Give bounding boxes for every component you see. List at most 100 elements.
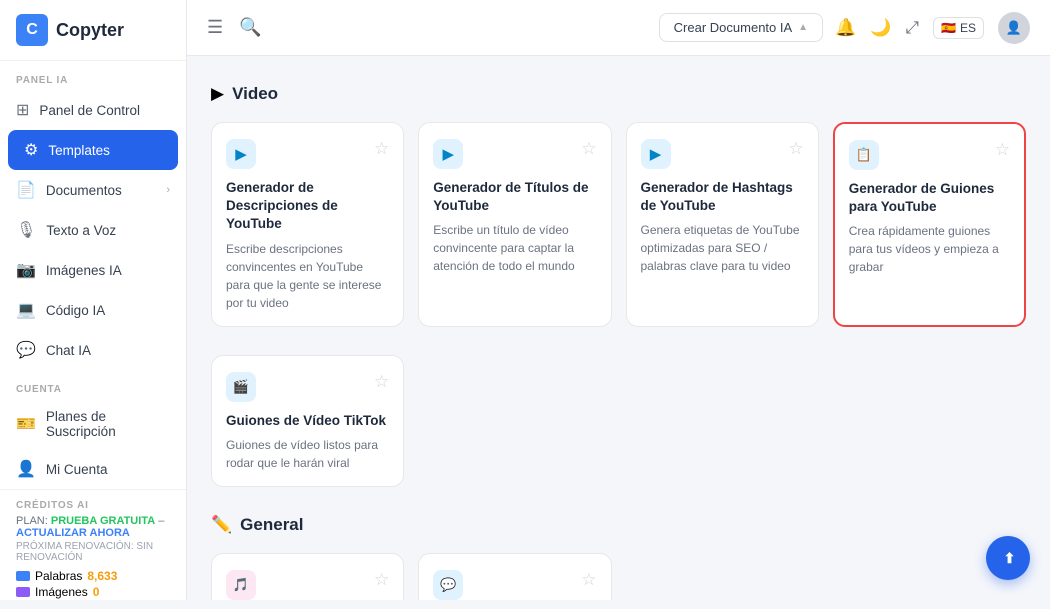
logo-text: Copyter [56, 20, 124, 41]
star-icon[interactable]: ☆ [789, 139, 804, 159]
imagenes-credits-row: Imágenes 0 [16, 585, 170, 599]
card-desc: Crea rápidamente guiones para tus vídeos… [849, 222, 1010, 276]
sidebar-item-panel[interactable]: ⊞ Panel de Control [0, 90, 186, 130]
plan-free-link[interactable]: PRUEBA GRATUITA [51, 515, 155, 527]
sidebar-item-chat[interactable]: 💬 Chat IA [0, 330, 186, 370]
menu-icon[interactable]: ☰ [207, 17, 223, 38]
sidebar-item-label: Chat IA [46, 343, 91, 358]
scroll-top-button[interactable]: ⬆ [986, 536, 1030, 580]
card-top: 🎵 ☆ [226, 570, 389, 600]
card-video-icon: ▶ [433, 139, 463, 169]
card-letras-canciones[interactable]: 🎵 ☆ Letras de Canciones Generar una letr… [211, 553, 404, 600]
star-icon[interactable]: ☆ [995, 140, 1010, 160]
create-btn-label: Crear Documento IA [674, 20, 793, 35]
general-section-title: General [240, 515, 303, 535]
sidebar-item-label: Templates [48, 143, 110, 158]
content-area: ▶ Video ▶ ☆ Generador de Descripciones d… [187, 56, 1050, 600]
flag-icon: 🇪🇸 [941, 21, 956, 35]
card-gen-hashtags-yt[interactable]: ▶ ☆ Generador de Hashtags de YouTube Gen… [626, 122, 819, 327]
card-title: Generador de Descripciones de YouTube [226, 179, 389, 234]
sidebar-item-texto[interactable]: 🎙 Texto a Voz [0, 210, 186, 250]
card-guiones-tiktok[interactable]: 🎬 ☆ Guiones de Vídeo TikTok Guiones de v… [211, 355, 404, 487]
chevron-up-icon: ▲ [798, 22, 808, 33]
card-top: 💬 ☆ [433, 570, 596, 600]
avatar[interactable]: 👤 [998, 12, 1030, 44]
card-desc: Escribe descripciones convincentes en Yo… [226, 240, 389, 312]
palabras-count: 8,633 [87, 569, 117, 583]
sidebar-item-label: Texto a Voz [46, 223, 116, 238]
video-section-header: ▶ Video [211, 84, 1026, 104]
card-film-icon: 🎬 [226, 372, 256, 402]
card-music-icon: 🎵 [226, 570, 256, 600]
card-gen-guiones-yt[interactable]: 📋 ☆ Generador de Guiones para YouTube Cr… [833, 122, 1026, 327]
card-notificaciones-app[interactable]: 💬 ☆ Notificaciones por App y SMS Mensaje… [418, 553, 611, 600]
language-label: ES [960, 21, 976, 35]
palabras-icon [16, 571, 30, 581]
plan-upgrade-link[interactable]: ACTUALIZAR AHORA [16, 527, 130, 539]
card-top: ▶ ☆ [641, 139, 804, 169]
document-icon: 📄 [16, 180, 36, 200]
card-video-icon: ▶ [641, 139, 671, 169]
card-desc: Escribe un título de vídeo convincente p… [433, 221, 596, 275]
sidebar-item-templates[interactable]: ⚙ Templates [8, 130, 178, 170]
card-desc: Guiones de vídeo listos para rodar que l… [226, 436, 389, 472]
imagenes-count: 0 [93, 585, 100, 599]
camera-icon: 📷 [16, 260, 36, 280]
card-top: ▶ ☆ [226, 139, 389, 169]
sidebar-item-label: Código IA [46, 303, 105, 318]
card-chat-icon: 💬 [433, 570, 463, 600]
plan-separator: – [158, 515, 164, 527]
card-desc: Genera etiquetas de YouTube optimizadas … [641, 221, 804, 275]
card-title: Generador de Guiones para YouTube [849, 180, 1010, 216]
bell-icon[interactable]: 🔔 [835, 18, 856, 38]
general-section-icon: ✏️ [211, 515, 232, 535]
card-title: Guiones de Vídeo TikTok [226, 412, 389, 430]
star-icon[interactable]: ☆ [581, 139, 596, 159]
card-top: 📋 ☆ [849, 140, 1010, 170]
mic-icon: 🎙 [16, 220, 36, 240]
grid-icon: ⊞ [16, 100, 29, 120]
panel-section-label: PANEL IA [0, 61, 186, 90]
palabras-credits-row: Palabras 8,633 [16, 569, 170, 583]
sidebar-item-micuenta[interactable]: 👤 Mi Cuenta [0, 449, 186, 489]
star-icon[interactable]: ☆ [374, 372, 389, 392]
sidebar-item-label: Panel de Control [39, 103, 140, 118]
templates-icon: ⚙ [24, 140, 38, 160]
main-area: ☰ 🔍 Crear Documento IA ▲ 🔔 🌙 ⤢ 🇪🇸 ES 👤 ▶… [187, 0, 1050, 600]
account-section-label: CUENTA [0, 370, 186, 399]
card-gen-desc-yt[interactable]: ▶ ☆ Generador de Descripciones de YouTub… [211, 122, 404, 327]
expand-icon[interactable]: ⤢ [905, 18, 919, 38]
moon-icon[interactable]: 🌙 [870, 18, 891, 38]
language-selector[interactable]: 🇪🇸 ES [933, 17, 984, 39]
video-cards-grid-row2: 🎬 ☆ Guiones de Vídeo TikTok Guiones de v… [211, 355, 1026, 487]
general-section-header: ✏️ General [211, 515, 1026, 535]
star-icon[interactable]: ☆ [581, 570, 596, 590]
card-gen-titulos-yt[interactable]: ▶ ☆ Generador de Títulos de YouTube Escr… [418, 122, 611, 327]
search-icon[interactable]: 🔍 [239, 17, 261, 38]
video-section-title: Video [232, 84, 278, 104]
credits-section: CRÉDITOS AI PLAN: PRUEBA GRATUITA – ACTU… [0, 489, 186, 609]
sidebar-item-planes[interactable]: 🎫 Planes de Suscripción [0, 399, 186, 449]
card-title: Generador de Hashtags de YouTube [641, 179, 804, 215]
create-document-button[interactable]: Crear Documento IA ▲ [659, 13, 823, 42]
sidebar-item-codigo[interactable]: 💻 Código IA [0, 290, 186, 330]
renewal-line: PRÓXIMA RENOVACIÓN: SIN RENOVACIÓN [16, 541, 170, 563]
star-icon[interactable]: ☆ [374, 139, 389, 159]
imagenes-label: Imágenes [35, 585, 88, 599]
sidebar-item-documentos[interactable]: 📄 Documentos › [0, 170, 186, 210]
topbar-actions: 🔔 🌙 ⤢ 🇪🇸 ES 👤 [835, 12, 1030, 44]
sidebar-logo: C Copyter [0, 0, 186, 61]
imagenes-credits-icon [16, 587, 30, 597]
video-cards-grid: ▶ ☆ Generador de Descripciones de YouTub… [211, 122, 1026, 327]
card-video-icon: ▶ [226, 139, 256, 169]
ticket-icon: 🎫 [16, 414, 36, 434]
sidebar-item-label: Planes de Suscripción [46, 409, 170, 439]
card-top: 🎬 ☆ [226, 372, 389, 402]
star-icon[interactable]: ☆ [374, 570, 389, 590]
card-title: Generador de Títulos de YouTube [433, 179, 596, 215]
credits-label: CRÉDITOS AI [16, 500, 170, 511]
plan-label: PLAN: [16, 515, 48, 527]
card-list-icon: 📋 [849, 140, 879, 170]
sidebar-item-imagenes[interactable]: 📷 Imágenes IA [0, 250, 186, 290]
topbar: ☰ 🔍 Crear Documento IA ▲ 🔔 🌙 ⤢ 🇪🇸 ES 👤 [187, 0, 1050, 56]
